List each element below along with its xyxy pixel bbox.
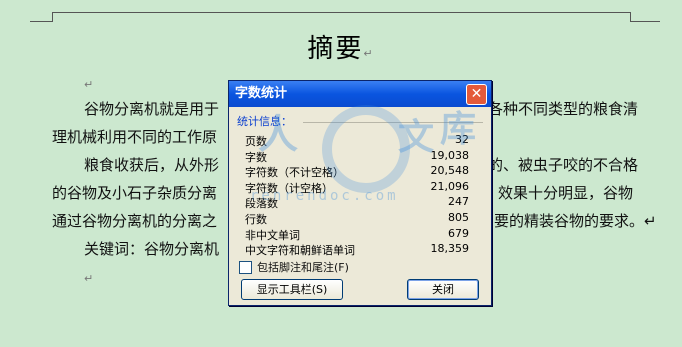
header-corner-left bbox=[52, 12, 53, 22]
paragraph-mark-end: ↵ bbox=[84, 272, 94, 285]
header-border bbox=[52, 12, 630, 13]
body-line-2: 理机械利用不同的工作原 bbox=[52, 128, 218, 146]
body-line-3-right: 的、被虫子咬的不合格 bbox=[488, 156, 639, 174]
include-footnotes-option[interactable]: 包括脚注和尾注(F) bbox=[239, 259, 349, 275]
watermark-char-1: 人 bbox=[258, 111, 298, 158]
body-line-4: 的谷物及小石子杂质分离 bbox=[52, 184, 218, 202]
stat-row: 行数 805 bbox=[245, 210, 469, 226]
margin-mark-right bbox=[630, 21, 660, 22]
close-button[interactable]: 关闭 bbox=[407, 279, 479, 300]
stat-row: 非中文单词 679 bbox=[245, 226, 469, 242]
stat-row: 中文字符和朝鲜语单词 18,359 bbox=[245, 242, 469, 258]
include-footnotes-checkbox[interactable] bbox=[239, 260, 252, 274]
show-toolbar-button[interactable]: 显示工具栏(S) bbox=[241, 279, 343, 300]
paragraph-mark: ↵ bbox=[84, 78, 94, 91]
body-line-1: 谷物分离机就是用于 bbox=[84, 100, 220, 118]
body-line-4-right: 效果十分明显，谷物 bbox=[498, 184, 634, 202]
page-title: 摘要↵ bbox=[307, 34, 375, 64]
watermark-logo bbox=[322, 105, 410, 193]
watermark-char-3: 库 bbox=[440, 108, 477, 150]
body-line-3: 粮食收获后，从外形 bbox=[84, 156, 220, 174]
watermark-url: renrendoc.com bbox=[250, 188, 399, 204]
keywords-line: 关键词：谷物分离机 bbox=[84, 240, 220, 258]
body-line-1-right: 各种不同类型的粮食清 bbox=[488, 100, 639, 118]
body-line-5-right: 要的精装谷物的要求。↵ bbox=[494, 212, 657, 230]
watermark-char-2: 文 bbox=[398, 116, 435, 158]
dialog-title: 字数统计 bbox=[235, 86, 288, 101]
body-line-5: 通过谷物分离机的分离之 bbox=[52, 212, 218, 230]
include-footnotes-label: 包括脚注和尾注(F) bbox=[257, 261, 349, 274]
margin-mark-left bbox=[30, 21, 52, 22]
